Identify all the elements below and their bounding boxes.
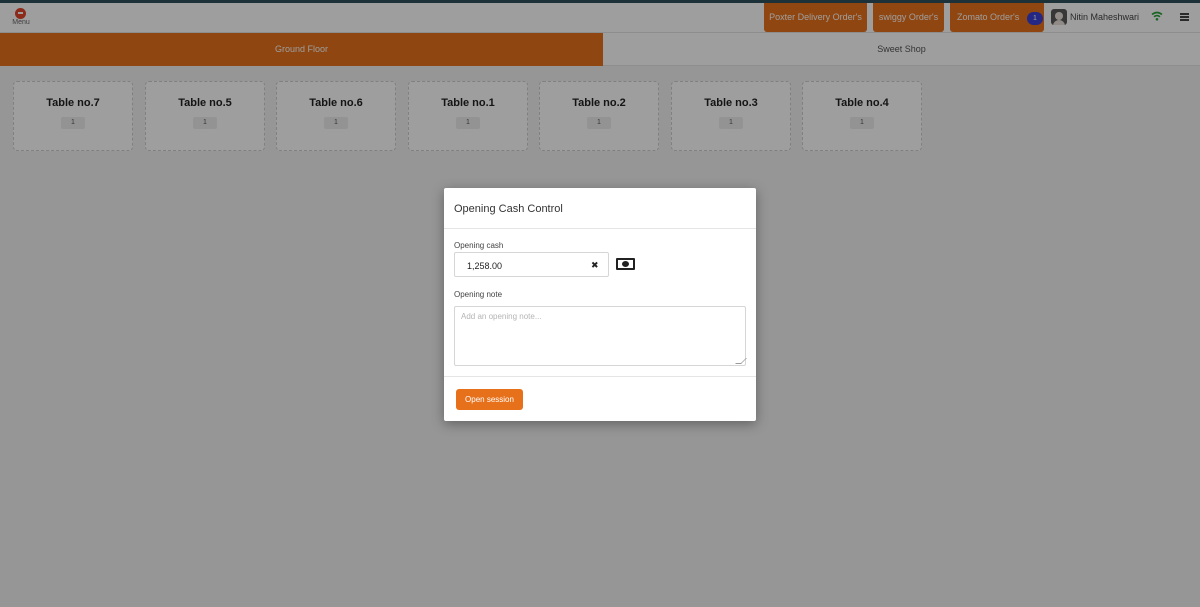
modal-header: Opening Cash Control: [444, 188, 756, 229]
opening-cash-value: 1,258.00: [467, 261, 503, 271]
clear-icon[interactable]: ✖: [591, 260, 599, 271]
open-session-button[interactable]: Open session: [456, 389, 523, 410]
modal-title: Opening Cash Control: [454, 203, 563, 215]
money-icon[interactable]: [616, 258, 635, 270]
opening-cash-label: Opening cash: [454, 241, 504, 250]
opening-cash-input[interactable]: 1,258.00 ✖: [454, 252, 609, 277]
modal-footer-divider: [444, 376, 756, 377]
opening-cash-control-dialog: Opening Cash Control Opening cash 1,258.…: [444, 188, 756, 421]
opening-note-input[interactable]: [454, 306, 746, 366]
opening-note-label: Opening note: [454, 290, 503, 299]
